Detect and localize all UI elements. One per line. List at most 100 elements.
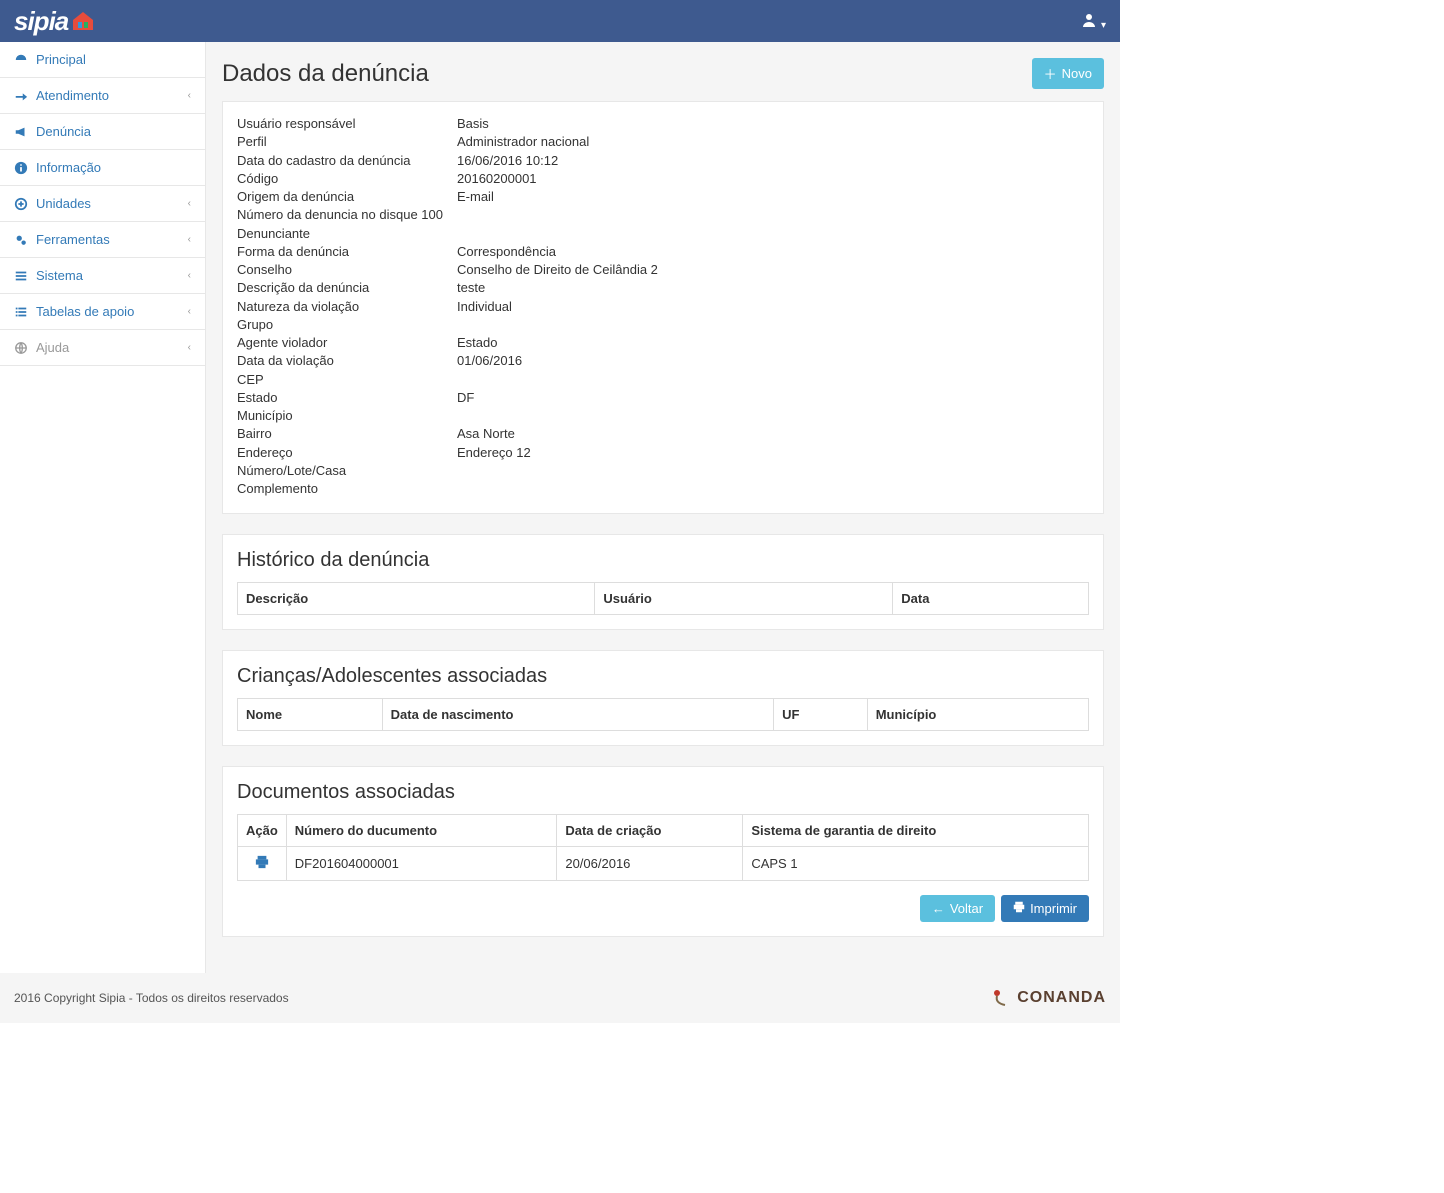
detail-row: PerfilAdministrador nacional (237, 134, 1089, 150)
sidebar-item-ferramentas[interactable]: Ferramentas ‹ (0, 222, 205, 257)
sidebar-item-label: Tabelas de apoio (36, 304, 134, 319)
chevron-left-icon: ‹ (188, 306, 191, 317)
detail-value (457, 372, 1089, 388)
column-header: Usuário (595, 583, 893, 615)
detail-label: Usuário responsável (237, 116, 457, 132)
detail-row: Data da violação01/06/2016 (237, 353, 1089, 369)
detail-label: Origem da denúncia (237, 189, 457, 205)
detail-row: BairroAsa Norte (237, 426, 1089, 442)
detail-value: Estado (457, 335, 1089, 351)
detail-row: Data do cadastro da denúncia16/06/2016 1… (237, 153, 1089, 169)
detail-value: 01/06/2016 (457, 353, 1089, 369)
doc-system: CAPS 1 (743, 847, 1089, 881)
detail-row: CEP (237, 372, 1089, 388)
history-panel: Histórico da denúncia DescriçãoUsuárioDa… (222, 534, 1104, 630)
detail-value (457, 408, 1089, 424)
detail-value (457, 207, 1089, 223)
detail-label: Natureza da violação (237, 299, 457, 315)
children-table: NomeData de nascimentoUFMunicípio (237, 698, 1089, 731)
doc-date: 20/06/2016 (557, 847, 743, 881)
detail-row: Forma da denúnciaCorrespondência (237, 244, 1089, 260)
sidebar-item-tabelas-de-apoio[interactable]: Tabelas de apoio ‹ (0, 294, 205, 329)
sidebar-item-ajuda: Ajuda‹ (0, 330, 205, 365)
chevron-left-icon: ‹ (188, 198, 191, 209)
detail-row: Denunciante (237, 226, 1089, 242)
sidebar-item-label: Denúncia (36, 124, 91, 139)
sidebar-item-label: Ferramentas (36, 232, 110, 247)
globe-icon (14, 341, 28, 355)
sidebar-item-label: Sistema (36, 268, 83, 283)
detail-label: CEP (237, 372, 457, 388)
plus-circle-icon (14, 197, 28, 211)
sidebar-item-denúncia[interactable]: Denúncia (0, 114, 205, 149)
detail-value: 20160200001 (457, 171, 1089, 187)
column-header: Ação (238, 815, 287, 847)
detail-label: Código (237, 171, 457, 187)
plus-icon: ＋ (1044, 64, 1057, 83)
column-header: Município (867, 699, 1088, 731)
logo[interactable]: sipia (14, 6, 96, 37)
documents-title: Documentos associadas (237, 781, 1089, 804)
detail-value: 16/06/2016 10:12 (457, 153, 1089, 169)
detail-label: Número da denuncia no disque 100 (237, 207, 457, 223)
print-button-label: Imprimir (1030, 901, 1077, 916)
detail-row: Número/Lote/Casa (237, 463, 1089, 479)
column-header: UF (774, 699, 868, 731)
detail-label: Complemento (237, 481, 457, 497)
detail-value: Conselho de Direito de Ceilândia 2 (457, 262, 1089, 278)
back-button[interactable]: ← Voltar (920, 895, 995, 922)
new-button-label: Novo (1062, 66, 1092, 81)
detail-label: Denunciante (237, 226, 457, 242)
top-bar: sipia ▾ (0, 0, 1120, 42)
detail-row: ConselhoConselho de Direito de Ceilândia… (237, 262, 1089, 278)
history-table: DescriçãoUsuárioData (237, 582, 1089, 615)
chevron-left-icon: ‹ (188, 90, 191, 101)
table-row: DF20160400000120/06/2016CAPS 1 (238, 847, 1089, 881)
user-menu[interactable]: ▾ (1081, 12, 1106, 31)
sidebar-item-informação[interactable]: Informação (0, 150, 205, 185)
sidebar-item-unidades[interactable]: Unidades‹ (0, 186, 205, 221)
back-button-label: Voltar (950, 901, 983, 916)
detail-label: Município (237, 408, 457, 424)
sidebar-item-label: Principal (36, 52, 86, 67)
detail-label: Conselho (237, 262, 457, 278)
conanda-text: CONANDA (1017, 989, 1106, 1007)
dashboard-icon (14, 53, 28, 67)
row-print-icon[interactable] (255, 857, 269, 872)
sidebar-item-atendimento[interactable]: Atendimento‹ (0, 78, 205, 113)
conanda-logo: CONANDA (991, 987, 1106, 1009)
chevron-left-icon: ‹ (188, 270, 191, 281)
sidebar-item-label: Ajuda (36, 340, 69, 355)
sidebar-item-principal[interactable]: Principal (0, 42, 205, 77)
sliders-icon (14, 269, 28, 283)
print-button[interactable]: Imprimir (1001, 895, 1089, 922)
chevron-left-icon: ‹ (188, 234, 191, 245)
detail-row: Município (237, 408, 1089, 424)
detail-value (457, 317, 1089, 333)
sidebar-item-sistema[interactable]: Sistema ‹ (0, 258, 205, 293)
children-title: Crianças/Adolescentes associadas (237, 665, 1089, 688)
documents-table: AçãoNúmero do ducumentoData de criaçãoSi… (237, 814, 1089, 881)
detail-row: Descrição da denúnciateste (237, 280, 1089, 296)
detail-row: Número da denuncia no disque 100 (237, 207, 1089, 223)
detail-row: Grupo (237, 317, 1089, 333)
column-header: Número do ducumento (286, 815, 557, 847)
new-button[interactable]: ＋ Novo (1032, 58, 1104, 89)
detail-label: Endereço (237, 445, 457, 461)
detail-label: Perfil (237, 134, 457, 150)
detail-row: Usuário responsávelBasis (237, 116, 1089, 132)
detail-value: E-mail (457, 189, 1089, 205)
info-icon (14, 161, 28, 175)
logo-text: sipia (14, 6, 68, 37)
column-header: Sistema de garantia de direito (743, 815, 1089, 847)
arrow-left-icon: ← (932, 901, 945, 916)
column-header: Data de nascimento (382, 699, 773, 731)
detail-label: Número/Lote/Casa (237, 463, 457, 479)
column-header: Nome (238, 699, 383, 731)
detail-row: Natureza da violaçãoIndividual (237, 299, 1089, 315)
detail-label: Estado (237, 390, 457, 406)
bullhorn-icon (14, 125, 28, 139)
children-panel: Crianças/Adolescentes associadas NomeDat… (222, 650, 1104, 746)
share-icon (14, 89, 28, 103)
detail-row: Complemento (237, 481, 1089, 497)
